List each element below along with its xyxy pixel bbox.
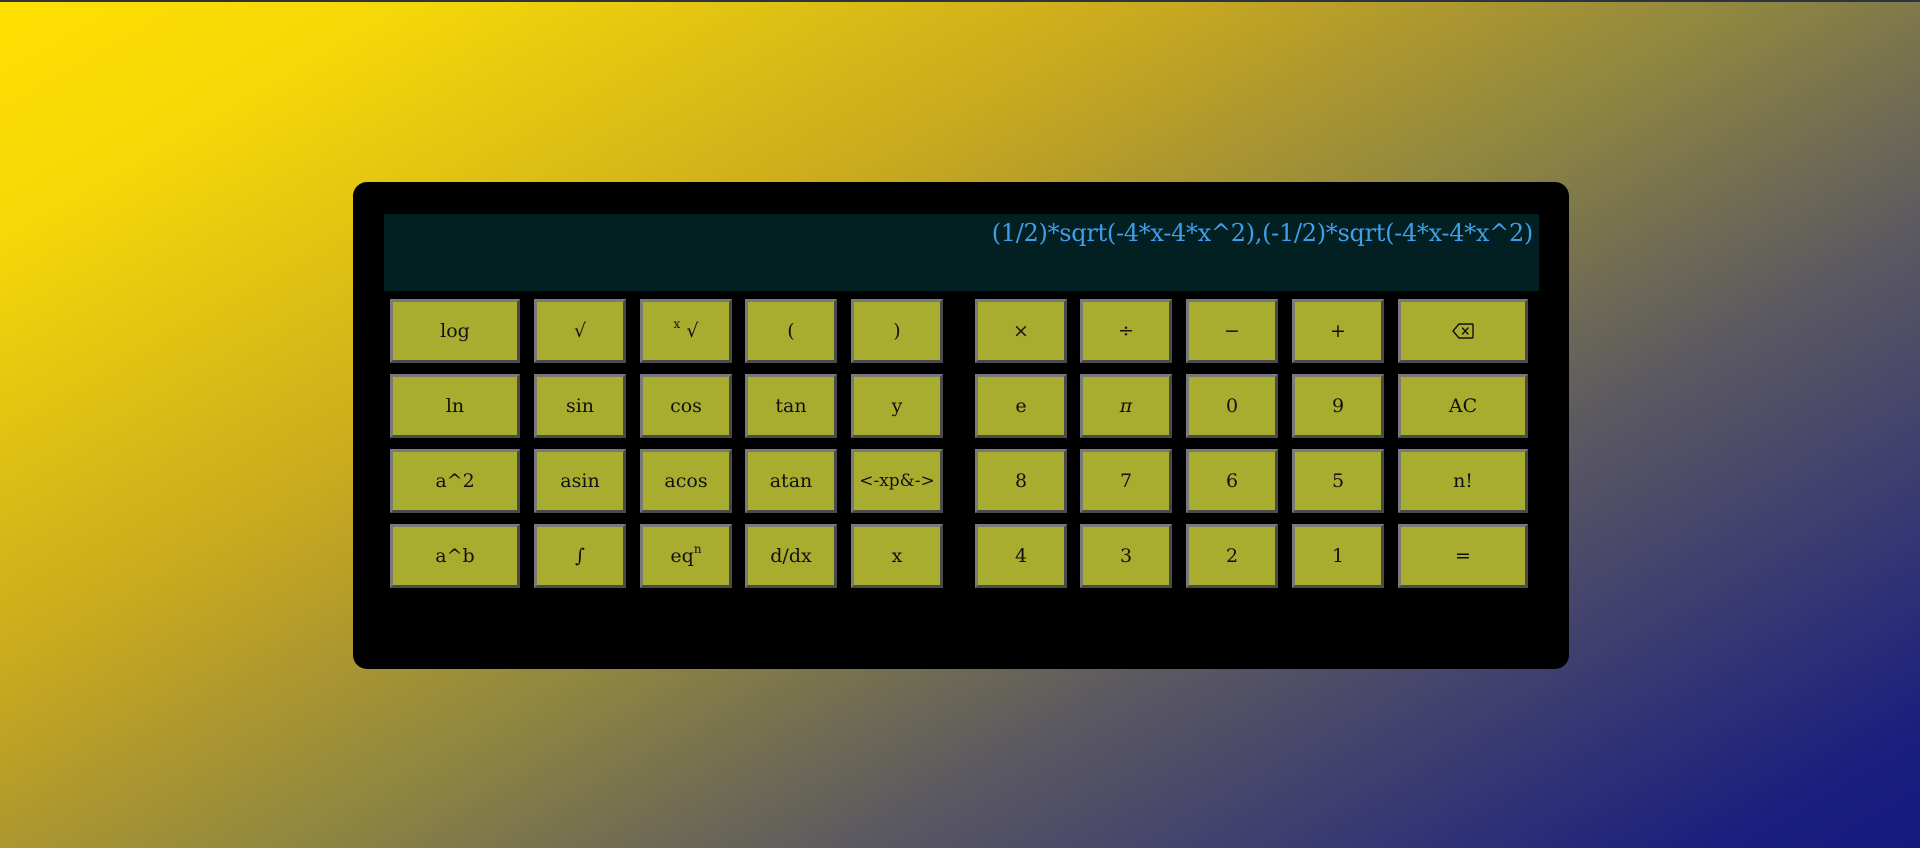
display-screen: (1/2)*sqrt(-4*x-4*x^2),(-1/2)*sqrt(-4*x-…	[384, 214, 1539, 291]
xth-root-symbol: √	[686, 320, 699, 342]
xth-root-button[interactable]: x √	[640, 299, 732, 363]
x-label: x	[891, 545, 903, 567]
left-paren-button[interactable]: (	[745, 299, 837, 363]
x-variable-button[interactable]: x	[851, 524, 943, 588]
square-button[interactable]: a^2	[390, 449, 520, 513]
multiply-button[interactable]: ×	[975, 299, 1067, 363]
exp-label: <-xp&->	[859, 471, 935, 491]
right-paren-button[interactable]: )	[851, 299, 943, 363]
cos-label: cos	[670, 395, 702, 417]
digit-4-label: 4	[1014, 545, 1028, 567]
exp-button[interactable]: <-xp&->	[851, 449, 943, 513]
digit-3-label: 3	[1119, 545, 1133, 567]
equation-button[interactable]: eqn	[640, 524, 732, 588]
minus-button[interactable]: −	[1186, 299, 1278, 363]
digit-1-button[interactable]: 1	[1292, 524, 1384, 588]
plus-label: +	[1330, 320, 1346, 342]
xth-root-label: x √	[673, 316, 699, 342]
derivative-label: d/dx	[770, 545, 812, 567]
digit-5-button[interactable]: 5	[1292, 449, 1384, 513]
tan-label: tan	[775, 395, 807, 417]
acos-label: acos	[664, 470, 708, 492]
acos-button[interactable]: acos	[640, 449, 732, 513]
digit-0-button[interactable]: 0	[1186, 374, 1278, 438]
digit-8-button[interactable]: 8	[975, 449, 1067, 513]
digit-1-label: 1	[1331, 545, 1345, 567]
divide-button[interactable]: ÷	[1080, 299, 1172, 363]
backspace-icon	[1452, 323, 1474, 339]
all-clear-button[interactable]: AC	[1398, 374, 1528, 438]
top-border	[0, 0, 1920, 2]
digit-2-label: 2	[1225, 545, 1239, 567]
divide-label: ÷	[1118, 320, 1134, 342]
log-button[interactable]: log	[390, 299, 520, 363]
xth-root-index: x	[673, 316, 681, 331]
digit-3-button[interactable]: 3	[1080, 524, 1172, 588]
power-button[interactable]: a^b	[390, 524, 520, 588]
sin-button[interactable]: sin	[534, 374, 626, 438]
all-clear-label: AC	[1448, 395, 1478, 417]
display-expression: (1/2)*sqrt(-4*x-4*x^2),(-1/2)*sqrt(-4*x-…	[991, 219, 1534, 247]
ln-button[interactable]: ln	[390, 374, 520, 438]
integral-label: ∫	[575, 545, 585, 567]
atan-label: atan	[769, 470, 813, 492]
square-label: a^2	[435, 470, 475, 492]
backspace-button[interactable]	[1398, 299, 1528, 363]
right-paren-label: )	[893, 320, 901, 342]
pi-label: π	[1119, 395, 1133, 417]
digit-0-label: 0	[1225, 395, 1239, 417]
digit-9-label: 9	[1331, 395, 1345, 417]
equation-label: eqn	[670, 541, 702, 567]
digit-7-label: 7	[1119, 470, 1133, 492]
digit-8-label: 8	[1014, 470, 1028, 492]
digit-7-button[interactable]: 7	[1080, 449, 1172, 513]
e-label: e	[1015, 395, 1027, 417]
digit-2-button[interactable]: 2	[1186, 524, 1278, 588]
left-paren-label: (	[787, 320, 795, 342]
digit-6-label: 6	[1225, 470, 1239, 492]
ln-label: ln	[445, 395, 465, 417]
derivative-button[interactable]: d/dx	[745, 524, 837, 588]
power-label: a^b	[435, 545, 475, 567]
minus-label: −	[1224, 320, 1240, 342]
equals-button[interactable]: =	[1398, 524, 1528, 588]
asin-button[interactable]: asin	[534, 449, 626, 513]
sqrt-button[interactable]: √	[534, 299, 626, 363]
integral-button[interactable]: ∫	[534, 524, 626, 588]
equation-superscript: n	[693, 541, 702, 556]
pi-button[interactable]: π	[1080, 374, 1172, 438]
plus-button[interactable]: +	[1292, 299, 1384, 363]
sin-label: sin	[565, 395, 595, 417]
sqrt-label: √	[573, 320, 587, 342]
equation-base: eq	[670, 545, 694, 567]
digit-6-button[interactable]: 6	[1186, 449, 1278, 513]
equals-label: =	[1455, 545, 1471, 567]
calculator-panel: (1/2)*sqrt(-4*x-4*x^2),(-1/2)*sqrt(-4*x-…	[353, 182, 1569, 669]
atan-button[interactable]: atan	[745, 449, 837, 513]
multiply-label: ×	[1013, 320, 1029, 342]
e-constant-button[interactable]: e	[975, 374, 1067, 438]
factorial-label: n!	[1453, 470, 1473, 492]
factorial-button[interactable]: n!	[1398, 449, 1528, 513]
log-label: log	[440, 320, 470, 342]
asin-label: asin	[560, 470, 600, 492]
y-label: y	[891, 395, 903, 417]
y-variable-button[interactable]: y	[851, 374, 943, 438]
cos-button[interactable]: cos	[640, 374, 732, 438]
digit-9-button[interactable]: 9	[1292, 374, 1384, 438]
digit-5-label: 5	[1331, 470, 1345, 492]
tan-button[interactable]: tan	[745, 374, 837, 438]
digit-4-button[interactable]: 4	[975, 524, 1067, 588]
